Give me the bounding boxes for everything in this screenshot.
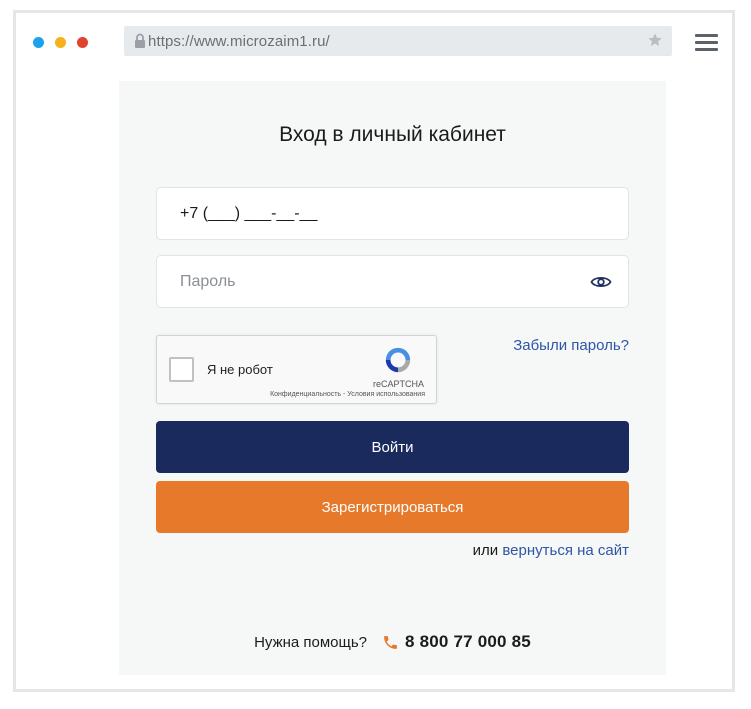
- phone-icon: [384, 635, 397, 649]
- captcha-label: Я не робот: [207, 362, 273, 377]
- recaptcha-logo-icon: [385, 347, 411, 373]
- register-button[interactable]: Зарегистрироваться: [156, 481, 629, 533]
- address-bar[interactable]: https://www.microzaim1.ru/: [124, 26, 672, 56]
- phone-field[interactable]: [156, 187, 629, 240]
- eye-icon[interactable]: [590, 274, 612, 290]
- back-prefix: или: [472, 542, 499, 559]
- forgot-password-link[interactable]: Забыли пароль?: [513, 337, 629, 354]
- phone-number-link[interactable]: 8 800 77 000 85: [405, 632, 531, 652]
- password-field[interactable]: [156, 255, 629, 308]
- back-to-site-row: или вернуться на сайт: [473, 542, 629, 559]
- lock-icon: [135, 33, 145, 48]
- help-row: Нужна помощь? 8 800 77 000 85: [119, 632, 666, 652]
- star-icon[interactable]: [647, 32, 663, 48]
- url-text: https://www.microzaim1.ru/: [148, 32, 330, 50]
- window-dot-blue[interactable]: [33, 37, 44, 48]
- window-dot-red[interactable]: [77, 37, 88, 48]
- captcha-brand: reCAPTCHA: [372, 379, 424, 389]
- captcha-checkbox[interactable]: [169, 357, 194, 382]
- help-text: Нужна помощь?: [254, 633, 368, 651]
- login-button[interactable]: Войти: [156, 421, 629, 473]
- login-panel: Вход в личный кабинет Я не робот reCAPTC…: [119, 81, 666, 675]
- window-dot-yellow[interactable]: [55, 37, 66, 48]
- password-input[interactable]: [180, 272, 590, 291]
- window-controls: [33, 37, 88, 48]
- recaptcha-widget: Я не робот reCAPTCHA Конфиденциальность …: [156, 335, 437, 404]
- back-to-site-link[interactable]: вернуться на сайт: [502, 542, 629, 559]
- page-title: Вход в личный кабинет: [279, 123, 506, 146]
- phone-input[interactable]: [180, 204, 612, 223]
- captcha-privacy-links[interactable]: Конфиденциальность - Условия использован…: [270, 391, 425, 398]
- browser-window: https://www.microzaim1.ru/ Вход в личный…: [13, 10, 735, 692]
- hamburger-menu-icon[interactable]: [695, 34, 719, 52]
